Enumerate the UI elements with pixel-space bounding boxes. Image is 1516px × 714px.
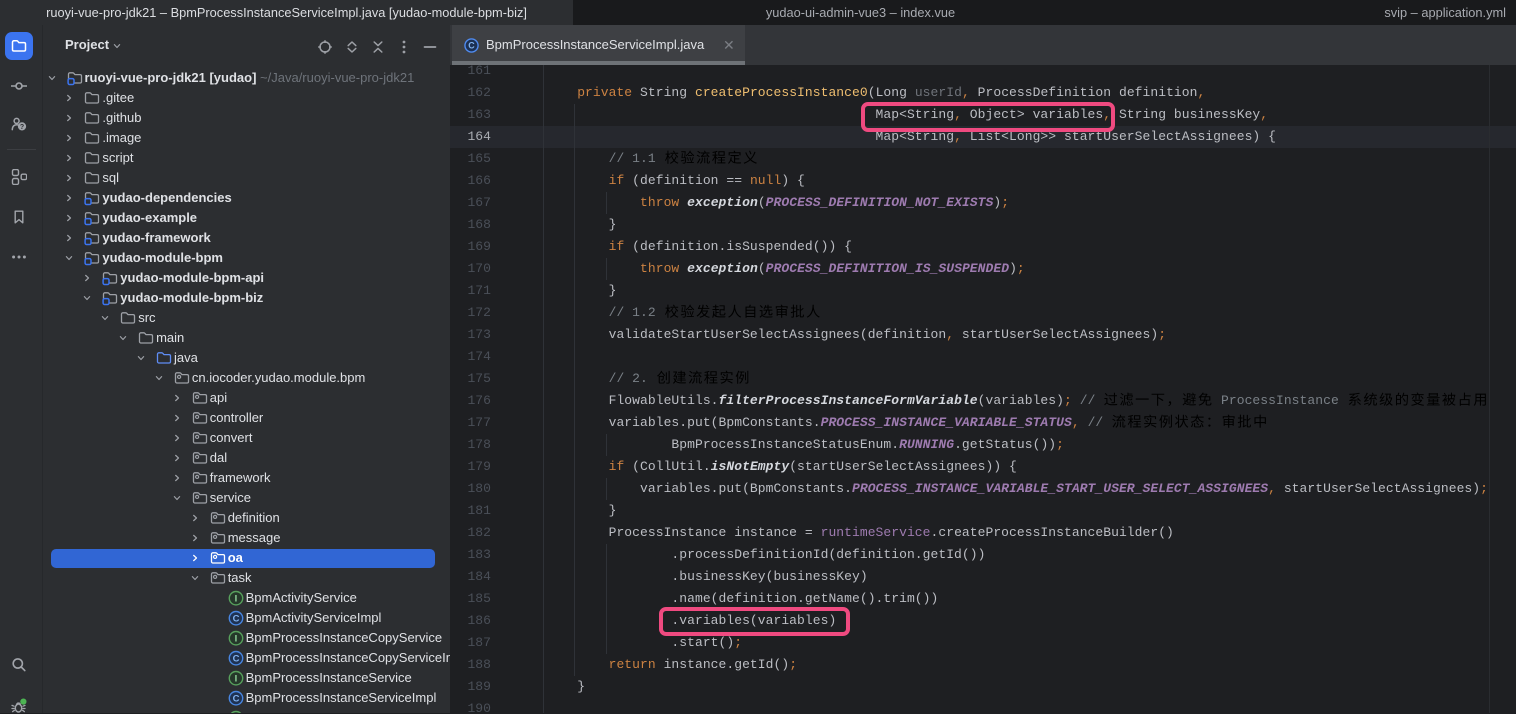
svg-text:?: ? xyxy=(20,124,24,131)
svg-text:C: C xyxy=(468,40,475,50)
